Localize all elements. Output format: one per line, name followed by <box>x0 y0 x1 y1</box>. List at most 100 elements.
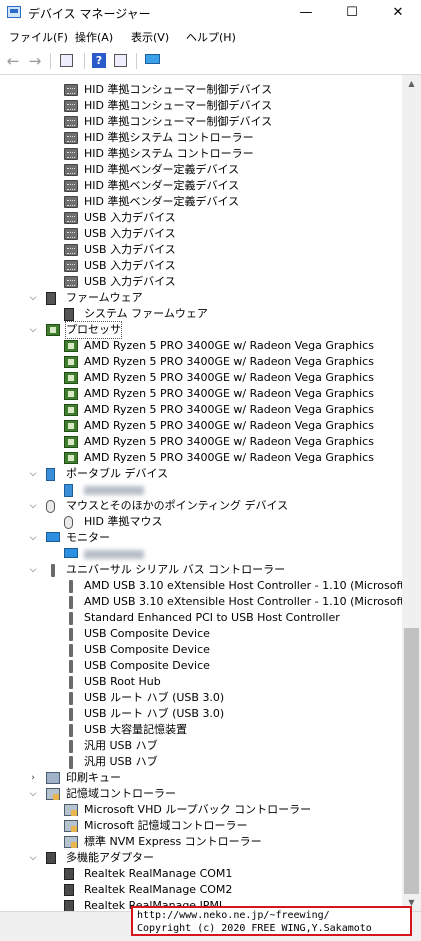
hid-icon <box>64 164 78 176</box>
usb-icon <box>69 740 73 753</box>
multifunction-adapter-icon <box>64 868 74 880</box>
tree-item-label: 汎用 USB ハブ <box>84 739 158 752</box>
usb-icon <box>69 612 73 625</box>
chevron-down-icon[interactable]: ⌵ <box>28 850 38 866</box>
monitor-icon <box>64 548 78 558</box>
update-driver-icon[interactable] <box>112 52 130 70</box>
scroll-thumb[interactable] <box>404 628 419 894</box>
tree-item-label: USB Root Hub <box>84 675 161 688</box>
menu-file[interactable]: ファイル(F) <box>9 29 68 45</box>
usb-icon <box>69 708 73 721</box>
tree-item-label: Microsoft VHD ループバック コントローラー <box>84 803 312 816</box>
chevron-down-icon[interactable]: ⌵ <box>28 322 38 338</box>
hid-icon <box>64 132 78 144</box>
tree-item-label: USB Composite Device <box>84 627 210 640</box>
usb-icon <box>69 580 73 593</box>
tree-item-label: HID 準拠コンシューマー制御デバイス <box>84 115 273 128</box>
usb-icon <box>69 676 73 689</box>
print-queue-icon <box>46 772 60 784</box>
device-manager-icon <box>7 6 21 18</box>
tree-item-label: USB ルート ハブ (USB 3.0) <box>84 707 225 720</box>
processor-icon <box>64 388 78 400</box>
hid-icon <box>64 244 78 256</box>
multifunction-adapter-icon <box>64 884 74 896</box>
tree-item-label: AMD Ryzen 5 PRO 3400GE w/ Radeon Vega Gr… <box>84 371 374 384</box>
tree-item-label: USB 入力デバイス <box>84 275 176 288</box>
back-arrow-icon[interactable]: ← <box>4 52 22 70</box>
usb-icon <box>69 756 73 769</box>
chevron-down-icon[interactable]: ⌵ <box>28 290 38 306</box>
tree-item-label: ファームウェア <box>66 291 143 304</box>
usb-icon <box>69 644 73 657</box>
tree-item-label: Microsoft 記憶域コントローラー <box>84 819 248 832</box>
help-icon[interactable]: ? <box>90 52 108 70</box>
menu-action[interactable]: 操作(A) <box>75 29 113 45</box>
title-bar: デバイス マネージャー — ☐ ✕ <box>0 0 421 27</box>
tree-item-label: USB ルート ハブ (USB 3.0) <box>84 691 225 704</box>
toolbar-separator <box>84 53 85 69</box>
processor-icon <box>64 340 78 352</box>
watermark: http://www.neko.ne.jp/~freewing/ Copyrig… <box>131 906 412 936</box>
menu-help[interactable]: ヘルプ(H) <box>186 29 236 45</box>
chevron-down-icon[interactable]: ⌵ <box>28 498 38 514</box>
tree-item-label: HID 準拠ベンダー定義デバイス <box>84 179 240 192</box>
chevron-down-icon[interactable]: ⌵ <box>28 466 38 482</box>
usb-icon <box>69 596 73 609</box>
maximize-button[interactable]: ☐ <box>329 0 375 26</box>
tree-item-label: USB Composite Device <box>84 659 210 672</box>
watermark-line-1: http://www.neko.ne.jp/~freewing/ <box>137 910 330 921</box>
toolbar-separator <box>136 53 137 69</box>
tree-item-label: AMD Ryzen 5 PRO 3400GE w/ Radeon Vega Gr… <box>84 451 374 464</box>
hid-icon <box>64 100 78 112</box>
tree-item-label: HID 準拠ベンダー定義デバイス <box>84 163 240 176</box>
mouse-icon <box>64 516 73 529</box>
multifunction-adapter-icon <box>64 900 74 911</box>
usb-icon <box>51 564 55 577</box>
mouse-icon <box>46 500 55 513</box>
hid-icon <box>64 212 78 224</box>
processor-icon <box>64 436 78 448</box>
portable-device-icon <box>46 468 55 481</box>
chevron-down-icon[interactable]: ⌵ <box>28 562 38 578</box>
processor-icon <box>64 452 78 464</box>
usb-icon <box>69 692 73 705</box>
toolbar: ← → ? <box>0 48 421 75</box>
multifunction-adapter-icon <box>46 852 56 864</box>
properties-icon[interactable] <box>58 52 76 70</box>
hid-icon <box>64 180 78 192</box>
tree-item-label: マウスとそのほかのポインティング デバイス <box>66 499 289 512</box>
tree-item-label: 印刷キュー <box>66 771 121 784</box>
tree-item-label: USB 入力デバイス <box>84 227 176 240</box>
minimize-button[interactable]: — <box>283 0 329 26</box>
close-button[interactable]: ✕ <box>375 0 421 26</box>
portable-device-icon <box>64 484 73 497</box>
forward-arrow-icon[interactable]: → <box>26 52 44 70</box>
storage-controller-icon <box>46 788 60 800</box>
vertical-scrollbar[interactable]: ▲ ▼ <box>402 75 421 911</box>
tree-item-label: AMD USB 3.10 eXtensible Host Controller … <box>84 595 402 608</box>
hid-icon <box>64 84 78 96</box>
usb-icon <box>69 724 73 737</box>
tree-item-label: 汎用 USB ハブ <box>84 755 158 768</box>
tree-item-label: USB 大容量記憶装置 <box>84 723 188 736</box>
tree-item-label: 多機能アダプター <box>66 851 154 864</box>
menu-view[interactable]: 表示(V) <box>131 29 169 45</box>
hid-icon <box>64 196 78 208</box>
chevron-right-icon[interactable]: › <box>28 770 38 786</box>
chevron-down-icon[interactable]: ⌵ <box>28 530 38 546</box>
chevron-down-icon[interactable]: ⌵ <box>28 786 38 802</box>
tree-item-label: ポータブル デバイス <box>66 467 169 480</box>
processor-icon <box>64 356 78 368</box>
toolbar-separator <box>50 53 51 69</box>
scan-hardware-icon[interactable] <box>144 52 162 70</box>
tree-item-label: システム ファームウェア <box>84 307 208 320</box>
tree-item-label: AMD Ryzen 5 PRO 3400GE w/ Radeon Vega Gr… <box>84 419 374 432</box>
tree-item-label: 標準 NVM Express コントローラー <box>84 835 262 848</box>
menu-bar: ファイル(F) 操作(A) 表示(V) ヘルプ(H) <box>0 26 421 48</box>
scroll-up-icon[interactable]: ▲ <box>402 75 421 92</box>
hid-icon <box>64 148 78 160</box>
tree-item-label: HID 準拠ベンダー定義デバイス <box>84 195 240 208</box>
hid-icon <box>64 116 78 128</box>
hid-icon <box>64 260 78 272</box>
tree-item-label: HID 準拠マウス <box>84 515 163 528</box>
